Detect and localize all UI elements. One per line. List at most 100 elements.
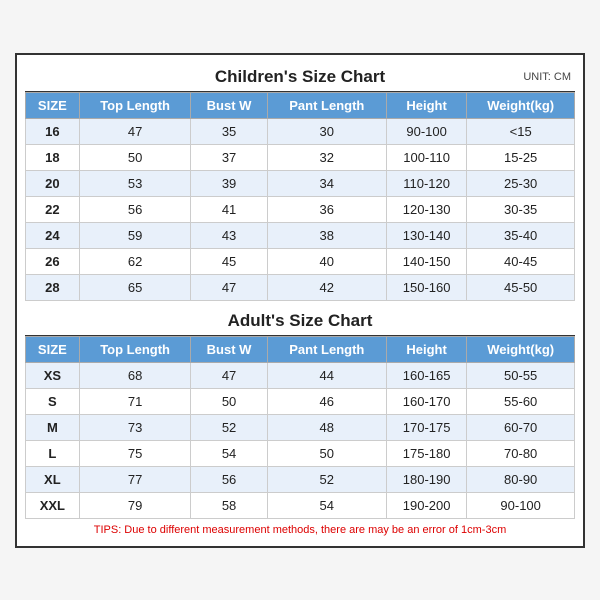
table-row: L755450175-18070-80 — [26, 440, 575, 466]
table-row: S715046160-17055-60 — [26, 388, 575, 414]
cell-r1-c3: 32 — [267, 144, 386, 170]
tips-row: TIPS: Due to different measurement metho… — [25, 519, 575, 538]
cell-r6-c0: 28 — [26, 274, 80, 300]
adult-cell-r3-c2: 54 — [191, 440, 267, 466]
adult-title-row: Adult's Size Chart — [25, 307, 575, 336]
table-row: XS684744160-16550-55 — [26, 362, 575, 388]
adult-title: Adult's Size Chart — [228, 311, 373, 331]
cell-r1-c5: 15-25 — [467, 144, 575, 170]
adult-cell-r0-c1: 68 — [79, 362, 191, 388]
adult-cell-r3-c5: 70-80 — [467, 440, 575, 466]
cell-r3-c2: 41 — [191, 196, 267, 222]
adult-col-header-bust-w: Bust W — [191, 336, 267, 362]
cell-r0-c3: 30 — [267, 118, 386, 144]
adult-cell-r2-c5: 60-70 — [467, 414, 575, 440]
children-title-row: Children's Size Chart UNIT: CM — [25, 63, 575, 92]
cell-r1-c1: 50 — [79, 144, 191, 170]
cell-r5-c2: 45 — [191, 248, 267, 274]
adult-col-header-size: SIZE — [26, 336, 80, 362]
adult-cell-r4-c0: XL — [26, 466, 80, 492]
cell-r0-c5: <15 — [467, 118, 575, 144]
cell-r2-c0: 20 — [26, 170, 80, 196]
adult-col-header-height: Height — [386, 336, 466, 362]
children-table: SIZE Top Length Bust W Pant Length Heigh… — [25, 92, 575, 301]
table-row: XXL795854190-20090-100 — [26, 492, 575, 518]
cell-r6-c1: 65 — [79, 274, 191, 300]
cell-r2-c1: 53 — [79, 170, 191, 196]
adult-header-row: SIZE Top Length Bust W Pant Length Heigh… — [26, 336, 575, 362]
cell-r2-c3: 34 — [267, 170, 386, 196]
cell-r6-c3: 42 — [267, 274, 386, 300]
adult-table: SIZE Top Length Bust W Pant Length Heigh… — [25, 336, 575, 519]
cell-r4-c4: 130-140 — [386, 222, 466, 248]
cell-r4-c0: 24 — [26, 222, 80, 248]
col-header-height: Height — [386, 92, 466, 118]
table-row: 24594338130-14035-40 — [26, 222, 575, 248]
children-title: Children's Size Chart — [215, 67, 385, 87]
col-header-bust-w: Bust W — [191, 92, 267, 118]
adult-cell-r0-c2: 47 — [191, 362, 267, 388]
col-header-size: SIZE — [26, 92, 80, 118]
adult-tbody: XS684744160-16550-55S715046160-17055-60M… — [26, 362, 575, 518]
table-row: 26624540140-15040-45 — [26, 248, 575, 274]
adult-cell-r5-c3: 54 — [267, 492, 386, 518]
col-header-pant-length: Pant Length — [267, 92, 386, 118]
table-row: 20533934110-12025-30 — [26, 170, 575, 196]
cell-r5-c3: 40 — [267, 248, 386, 274]
adult-cell-r5-c0: XXL — [26, 492, 80, 518]
adult-cell-r3-c3: 50 — [267, 440, 386, 466]
cell-r4-c2: 43 — [191, 222, 267, 248]
adult-cell-r4-c3: 52 — [267, 466, 386, 492]
cell-r6-c4: 150-160 — [386, 274, 466, 300]
adult-cell-r4-c1: 77 — [79, 466, 191, 492]
cell-r2-c4: 110-120 — [386, 170, 466, 196]
table-row: 18503732100-11015-25 — [26, 144, 575, 170]
chart-container: Children's Size Chart UNIT: CM SIZE Top … — [15, 53, 585, 548]
adult-cell-r5-c4: 190-200 — [386, 492, 466, 518]
cell-r5-c1: 62 — [79, 248, 191, 274]
cell-r4-c5: 35-40 — [467, 222, 575, 248]
adult-col-header-weight: Weight(kg) — [467, 336, 575, 362]
cell-r0-c1: 47 — [79, 118, 191, 144]
adult-cell-r1-c1: 71 — [79, 388, 191, 414]
adult-cell-r2-c1: 73 — [79, 414, 191, 440]
adult-cell-r5-c2: 58 — [191, 492, 267, 518]
adult-cell-r3-c1: 75 — [79, 440, 191, 466]
adult-cell-r1-c0: S — [26, 388, 80, 414]
cell-r6-c2: 47 — [191, 274, 267, 300]
cell-r3-c1: 56 — [79, 196, 191, 222]
adult-col-header-pant-length: Pant Length — [267, 336, 386, 362]
children-tbody: 1647353090-100<1518503732100-11015-25205… — [26, 118, 575, 300]
cell-r4-c1: 59 — [79, 222, 191, 248]
adult-cell-r3-c0: L — [26, 440, 80, 466]
adult-cell-r1-c4: 160-170 — [386, 388, 466, 414]
cell-r5-c5: 40-45 — [467, 248, 575, 274]
cell-r2-c5: 25-30 — [467, 170, 575, 196]
adult-cell-r1-c3: 46 — [267, 388, 386, 414]
cell-r0-c2: 35 — [191, 118, 267, 144]
adult-cell-r2-c0: M — [26, 414, 80, 440]
adult-cell-r2-c4: 170-175 — [386, 414, 466, 440]
cell-r0-c0: 16 — [26, 118, 80, 144]
cell-r3-c4: 120-130 — [386, 196, 466, 222]
table-row: 22564136120-13030-35 — [26, 196, 575, 222]
table-row: 28654742150-16045-50 — [26, 274, 575, 300]
cell-r2-c2: 39 — [191, 170, 267, 196]
children-header-row: SIZE Top Length Bust W Pant Length Heigh… — [26, 92, 575, 118]
cell-r1-c0: 18 — [26, 144, 80, 170]
table-row: M735248170-17560-70 — [26, 414, 575, 440]
adult-cell-r2-c3: 48 — [267, 414, 386, 440]
cell-r3-c3: 36 — [267, 196, 386, 222]
adult-col-header-top-length: Top Length — [79, 336, 191, 362]
adult-cell-r0-c3: 44 — [267, 362, 386, 388]
adult-cell-r4-c2: 56 — [191, 466, 267, 492]
cell-r6-c5: 45-50 — [467, 274, 575, 300]
cell-r5-c4: 140-150 — [386, 248, 466, 274]
cell-r4-c3: 38 — [267, 222, 386, 248]
cell-r3-c5: 30-35 — [467, 196, 575, 222]
adult-cell-r1-c2: 50 — [191, 388, 267, 414]
table-row: 1647353090-100<15 — [26, 118, 575, 144]
col-header-weight: Weight(kg) — [467, 92, 575, 118]
adult-cell-r5-c5: 90-100 — [467, 492, 575, 518]
adult-cell-r0-c5: 50-55 — [467, 362, 575, 388]
